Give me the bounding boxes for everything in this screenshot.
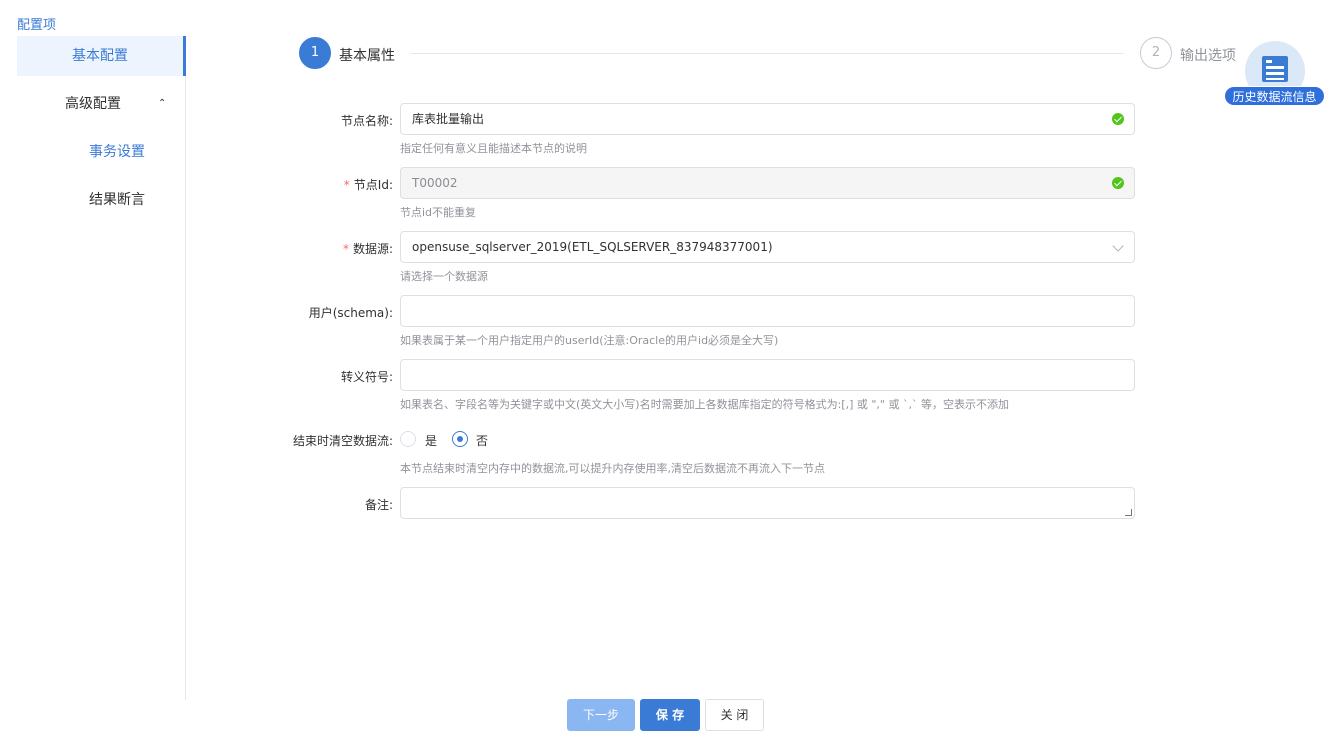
valid-check-icon xyxy=(1112,177,1124,189)
document-list-icon[interactable] xyxy=(1260,54,1292,86)
clear-stream-label: 结束时清空数据流: xyxy=(292,434,393,448)
sidebar-item-advanced-config[interactable]: 高级配置 ⌃ xyxy=(65,84,175,124)
radio-no[interactable] xyxy=(452,431,468,447)
next-step-button[interactable]: 下一步 xyxy=(567,699,635,731)
datasource-value: opensuse_sqlserver_2019(ETL_SQLSERVER_83… xyxy=(412,240,773,254)
node-name-help: 指定任何有意义且能描述本节点的说明 xyxy=(400,142,587,155)
radio-yes[interactable] xyxy=(400,431,416,447)
sidebar-item-result-assertion[interactable]: 结果断言 xyxy=(89,180,145,220)
clear-stream-help: 本节点结束时清空内存中的数据流,可以提升内存使用率,清空后数据流不再流入下一节点 xyxy=(400,462,825,475)
history-badge[interactable]: 历史数据流信息 xyxy=(1224,86,1325,106)
schema-label: 用户(schema): xyxy=(308,306,393,320)
sidebar-item-basic-config[interactable]: 基本配置 xyxy=(17,36,186,76)
sidebar-item-transaction-settings[interactable]: 事务设置 xyxy=(89,132,145,172)
step-1-label[interactable]: 基本属性 xyxy=(339,45,395,65)
escape-input[interactable] xyxy=(400,359,1135,391)
radio-yes-label[interactable]: 是 xyxy=(425,432,437,449)
datasource-help: 请选择一个数据源 xyxy=(400,270,488,283)
node-id-label-text: 节点Id: xyxy=(353,178,393,192)
datasource-label-text: 数据源: xyxy=(352,242,393,256)
datasource-select[interactable]: opensuse_sqlserver_2019(ETL_SQLSERVER_83… xyxy=(400,231,1135,263)
step-2-label[interactable]: 输出选项 xyxy=(1180,45,1236,65)
sidebar: 基本配置 高级配置 ⌃ 事务设置 结果断言 xyxy=(0,36,186,700)
sidebar-title: 配置项 xyxy=(17,18,57,33)
node-name-label: 节点名称: xyxy=(340,114,393,128)
node-id-label: * 节点Id: xyxy=(344,176,393,193)
chevron-up-icon[interactable]: ⌃ xyxy=(158,84,166,124)
radio-no-label[interactable]: 否 xyxy=(476,432,488,449)
schema-input[interactable] xyxy=(400,295,1135,327)
valid-check-icon xyxy=(1112,113,1124,125)
node-name-input[interactable]: 库表批量输出 xyxy=(400,103,1135,135)
step-2-circle[interactable]: 2 xyxy=(1140,37,1172,69)
node-id-value: T00002 xyxy=(412,176,458,190)
node-id-input: T00002 xyxy=(400,167,1135,199)
required-mark: * xyxy=(343,178,350,192)
sidebar-item-label: 高级配置 xyxy=(65,96,121,112)
remark-textarea[interactable] xyxy=(400,487,1135,519)
step-1-circle[interactable]: 1 xyxy=(299,37,331,69)
save-button[interactable]: 保 存 xyxy=(640,699,700,731)
chevron-down-icon[interactable] xyxy=(1112,240,1124,252)
datasource-label: * 数据源: xyxy=(343,240,393,257)
resize-grip-icon[interactable] xyxy=(1125,509,1132,516)
node-id-help: 节点id不能重复 xyxy=(400,206,477,219)
step-connector xyxy=(411,53,1124,54)
close-button[interactable]: 关 闭 xyxy=(705,699,764,731)
node-name-value: 库表批量输出 xyxy=(412,112,485,126)
required-mark: * xyxy=(342,242,349,256)
schema-help: 如果表属于某一个用户指定用户的userId(注意:Oracle的用户id必须是全… xyxy=(400,334,779,347)
remark-label: 备注: xyxy=(364,498,393,512)
escape-label: 转义符号: xyxy=(340,370,393,384)
escape-help: 如果表名、字段名等为关键字或中文(英文大小写)名时需要加上各数据库指定的符号格式… xyxy=(400,398,1009,411)
